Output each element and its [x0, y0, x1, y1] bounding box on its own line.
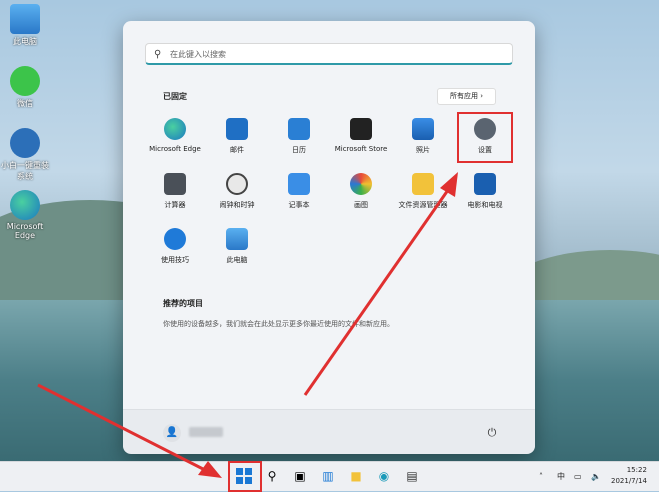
- arrow-to-start: [37, 383, 206, 472]
- arrowhead-icon: [440, 172, 458, 197]
- arrow-to-settings: [303, 189, 450, 396]
- annotation-arrows: [37, 172, 458, 478]
